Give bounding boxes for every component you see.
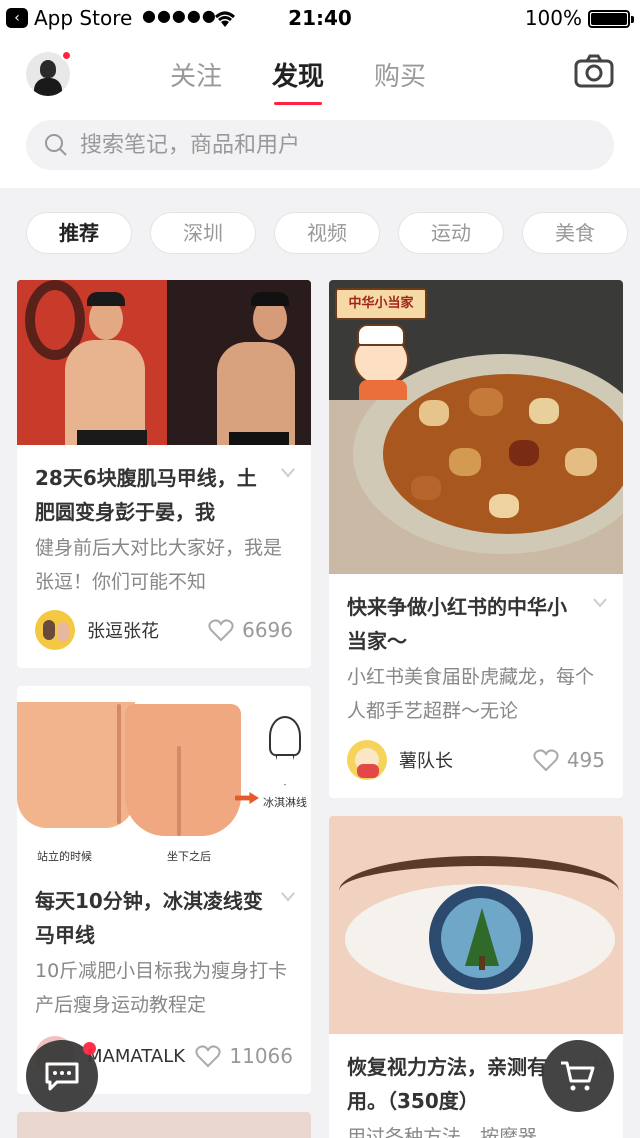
- feed-card[interactable]: 中华小当家 快来争做小红书的中华小当家～ 小红书美食届卧虎藏龙，每个人都手艺超群…: [329, 280, 623, 798]
- card-title: 28天6块腹肌马甲线，土肥圆变身彭于晏，我: [35, 466, 257, 524]
- card-description: 10斤减肥小目标我为瘦身打卡产后瘦身运动教程定: [35, 960, 288, 1016]
- author-name[interactable]: 薯队长: [399, 747, 533, 773]
- search-input[interactable]: [80, 132, 580, 158]
- tab-shop[interactable]: 购买: [374, 56, 426, 93]
- heart-icon: [208, 619, 234, 642]
- shopping-cart-icon: [561, 1061, 595, 1091]
- category-video[interactable]: 视频: [274, 212, 380, 254]
- like-count: 495: [566, 748, 605, 772]
- author-avatar[interactable]: [347, 740, 387, 780]
- heart-icon: [533, 749, 559, 772]
- feed-card[interactable]: 28天6块腹肌马甲线，土肥圆变身彭于晏，我 健身前后大对比大家好，我是张逗！你们…: [17, 280, 311, 668]
- image-label: 站立的时候: [37, 850, 92, 863]
- card-description: 健身前后大对比大家好，我是张逗！你们可能不知: [35, 537, 283, 593]
- card-image: [17, 280, 311, 445]
- heart-icon: [195, 1045, 221, 1068]
- search-bar[interactable]: [26, 120, 614, 170]
- chat-bubble-icon: [45, 1062, 79, 1091]
- feed-card[interactable]: [17, 1112, 311, 1138]
- author-avatar[interactable]: [35, 610, 75, 650]
- tab-follow[interactable]: 关注: [170, 56, 222, 93]
- image-label: 坐下之后: [167, 850, 211, 863]
- card-image: [17, 1112, 311, 1138]
- messages-button[interactable]: [26, 1040, 98, 1112]
- category-food[interactable]: 美食: [522, 212, 628, 254]
- like-counter[interactable]: 6696: [208, 618, 293, 642]
- camera-icon[interactable]: [574, 54, 614, 88]
- image-label: 冰淇淋线: [263, 796, 307, 809]
- status-bar: ‹ App Store ●●●●● 21:40 100%: [0, 0, 640, 36]
- battery-percent: 100%: [524, 6, 582, 30]
- card-title: 快来争做小红书的中华小当家～: [347, 595, 567, 653]
- card-description: 用过各种方法，按摩器: [347, 1126, 538, 1138]
- chevron-down-icon[interactable]: [593, 598, 607, 608]
- category-shenzhen[interactable]: 深圳: [150, 212, 256, 254]
- card-description: 小红书美食届卧虎藏龙，每个人都手艺超群～无论: [347, 666, 595, 722]
- tab-discover[interactable]: 发现: [272, 56, 324, 105]
- like-counter[interactable]: 495: [533, 748, 605, 772]
- author-name[interactable]: 张逗张花: [87, 617, 208, 643]
- chevron-down-icon[interactable]: [281, 892, 295, 902]
- notification-dot: [61, 50, 72, 61]
- card-image: [329, 816, 623, 1034]
- category-recommend[interactable]: 推荐: [26, 212, 132, 254]
- image-caption: 中华小当家: [335, 288, 427, 320]
- category-sports[interactable]: 运动: [398, 212, 504, 254]
- chevron-down-icon[interactable]: [281, 468, 295, 478]
- like-counter[interactable]: 11066: [195, 1044, 293, 1068]
- feed-card[interactable]: 冰淇淋线 站立的时候 坐下之后 每天10分钟，冰淇凌线变马甲线 10斤减肥小目标…: [17, 686, 311, 1094]
- like-count: 11066: [229, 1044, 293, 1068]
- card-footer: 张逗张花 6696: [35, 610, 293, 650]
- category-chips: 推荐 深圳 视频 运动 美食: [26, 212, 628, 254]
- cart-button[interactable]: [542, 1040, 614, 1112]
- card-image: 冰淇淋线 站立的时候 坐下之后: [17, 686, 311, 868]
- like-count: 6696: [242, 618, 293, 642]
- card-footer: 薯队长 495: [347, 740, 605, 780]
- battery-icon: [588, 10, 634, 28]
- author-name[interactable]: MAMATALK: [87, 1046, 195, 1067]
- notification-dot: [83, 1042, 96, 1055]
- top-tabs: 关注 发现 购买: [170, 56, 426, 105]
- user-avatar-button[interactable]: [26, 50, 72, 96]
- search-icon: [45, 134, 67, 156]
- top-header: 关注 发现 购买: [0, 36, 640, 188]
- card-title: 每天10分钟，冰淇凌线变马甲线: [35, 889, 263, 947]
- card-image: 中华小当家: [329, 280, 623, 574]
